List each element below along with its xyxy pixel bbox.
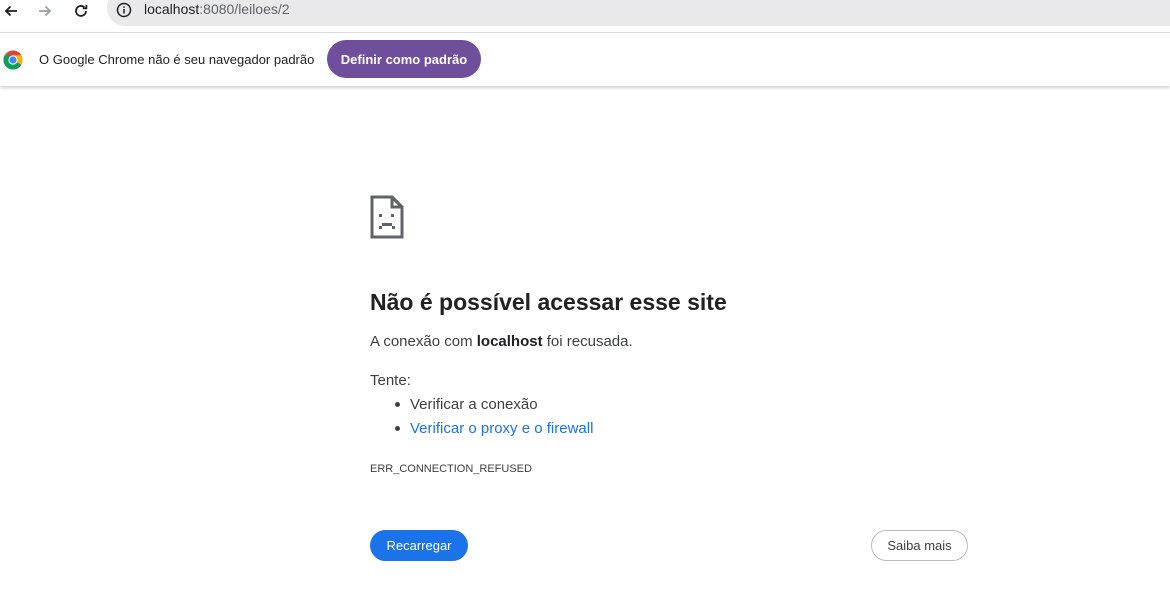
error-description: A conexão com localhost foi recusada.: [370, 333, 633, 351]
info-icon[interactable]: [116, 2, 132, 18]
set-default-button[interactable]: Definir como padrão: [327, 40, 481, 78]
back-button[interactable]: [0, 0, 22, 22]
default-browser-infobar: O Google Chrome não é seu navegador padr…: [0, 32, 1170, 86]
infobar-message: O Google Chrome não é seu navegador padr…: [39, 52, 315, 67]
reload-page-button[interactable]: Recarregar: [370, 530, 468, 561]
learn-more-button[interactable]: Saiba mais: [871, 530, 968, 561]
error-desc-suffix: foi recusada.: [542, 333, 633, 350]
error-desc-host: localhost: [476, 333, 543, 350]
sad-page-icon: [370, 195, 404, 239]
suggestion-check-proxy-link[interactable]: Verificar o proxy e o firewall: [370, 420, 593, 444]
arrow-left-icon: [3, 3, 19, 19]
suggestion-check-connection: Verificar a conexão: [370, 396, 593, 420]
reload-icon: [73, 3, 89, 19]
url-path: :8080/leiloes/2: [199, 1, 290, 17]
try-label: Tente:: [370, 372, 411, 389]
reload-button[interactable]: [70, 0, 92, 22]
error-title: Não é possível acessar esse site: [370, 289, 727, 315]
forward-button[interactable]: [34, 0, 56, 22]
arrow-right-icon: [37, 3, 53, 19]
suggestions-list: Verificar a conexão Verificar o proxy e …: [370, 396, 593, 444]
url-text[interactable]: localhost:8080/leiloes/2: [144, 0, 290, 18]
error-desc-prefix: A conexão com: [370, 333, 477, 350]
url-host: localhost: [144, 1, 200, 17]
chrome-logo-icon: [3, 50, 23, 70]
error-code: ERR_CONNECTION_REFUSED: [370, 463, 532, 475]
address-bar[interactable]: localhost:8080/leiloes/2: [107, 0, 1170, 26]
browser-toolbar: localhost:8080/leiloes/2: [0, 0, 1170, 32]
